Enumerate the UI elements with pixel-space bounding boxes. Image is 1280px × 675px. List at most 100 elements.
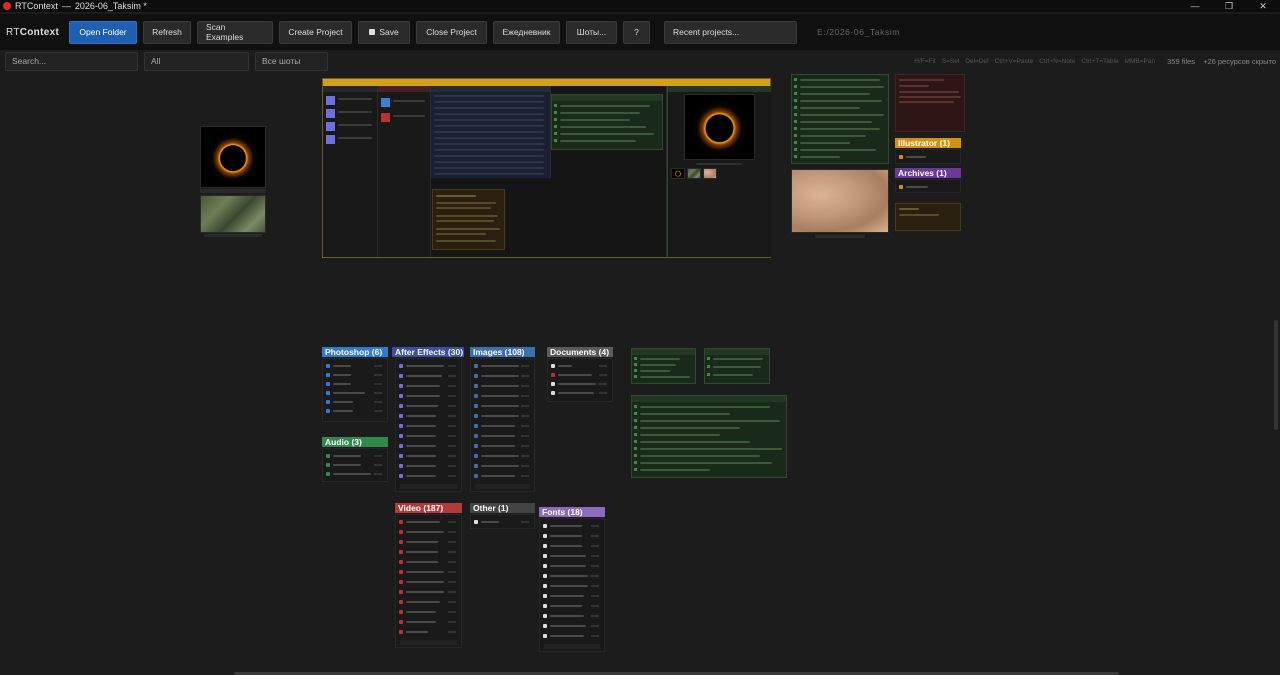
list-item[interactable] xyxy=(398,472,459,480)
todo-card[interactable] xyxy=(631,348,696,384)
list-item[interactable] xyxy=(398,618,459,626)
list-item[interactable] xyxy=(398,382,459,390)
list-item[interactable] xyxy=(898,183,958,191)
list-item[interactable] xyxy=(398,432,459,440)
vertical-scrollbar[interactable] xyxy=(1274,320,1278,430)
group-title-fonts[interactable]: Fonts (18) xyxy=(539,507,605,517)
list-item[interactable] xyxy=(473,452,532,460)
list-item[interactable] xyxy=(325,389,385,397)
list-item[interactable] xyxy=(542,552,602,560)
refresh-button[interactable]: Refresh xyxy=(143,20,191,44)
group-title-other[interactable]: Other (1) xyxy=(470,503,535,513)
list-item[interactable] xyxy=(398,588,459,596)
list-item[interactable] xyxy=(398,568,459,576)
type-filter-select[interactable]: All xyxy=(144,51,249,71)
list-item[interactable] xyxy=(398,558,459,566)
list-item[interactable] xyxy=(550,362,610,370)
create-project-button[interactable]: Create Project xyxy=(279,20,352,44)
list-item[interactable] xyxy=(473,472,532,480)
group-title-audio[interactable]: Audio (3) xyxy=(322,437,388,447)
close-project-button[interactable]: Close Project xyxy=(416,20,487,44)
list-item[interactable] xyxy=(398,362,459,370)
list-item[interactable] xyxy=(473,382,532,390)
open-folder-button[interactable]: Open Folder xyxy=(69,20,137,44)
note-card[interactable] xyxy=(432,189,505,250)
list-item[interactable] xyxy=(398,422,459,430)
list-item[interactable] xyxy=(473,518,532,526)
group-title-images[interactable]: Images (108) xyxy=(470,347,535,357)
preview-thumb[interactable] xyxy=(703,168,717,179)
list-item[interactable] xyxy=(542,632,602,640)
list-item[interactable] xyxy=(325,380,385,388)
list-item[interactable] xyxy=(398,538,459,546)
todo-card[interactable] xyxy=(791,74,889,164)
list-item[interactable] xyxy=(898,153,958,161)
note-card[interactable] xyxy=(895,203,961,231)
list-item[interactable] xyxy=(542,562,602,570)
planner-button[interactable]: Ежедневник xyxy=(493,20,560,44)
list-item[interactable] xyxy=(550,389,610,397)
list-item[interactable] xyxy=(473,432,532,440)
aerial-thumbnail[interactable] xyxy=(200,195,266,233)
show-more-button[interactable] xyxy=(400,640,457,645)
help-button[interactable]: ? xyxy=(623,20,650,44)
list-item[interactable] xyxy=(473,392,532,400)
list-item[interactable] xyxy=(398,518,459,526)
group-title-illustrator[interactable]: Illustrator (1) xyxy=(895,138,961,148)
close-icon[interactable]: ✕ xyxy=(1246,1,1280,12)
list-item[interactable] xyxy=(398,548,459,556)
list-item[interactable] xyxy=(398,462,459,470)
eclipse-thumbnail[interactable] xyxy=(200,126,266,188)
list-item[interactable] xyxy=(325,371,385,379)
list-item[interactable] xyxy=(398,442,459,450)
list-item[interactable] xyxy=(473,462,532,470)
list-item[interactable] xyxy=(473,362,532,370)
group-title-documents[interactable]: Documents (4) xyxy=(547,347,613,357)
list-item[interactable] xyxy=(398,528,459,536)
list-item[interactable] xyxy=(550,380,610,388)
list-item[interactable] xyxy=(542,622,602,630)
list-item[interactable] xyxy=(325,452,385,460)
project-card[interactable] xyxy=(322,78,771,258)
group-title-archives[interactable]: Archives (1) xyxy=(895,168,961,178)
shots-button[interactable]: Шоты... xyxy=(566,20,617,44)
list-item[interactable] xyxy=(542,532,602,540)
list-item[interactable] xyxy=(398,578,459,586)
list-item[interactable] xyxy=(473,402,532,410)
todo-card[interactable] xyxy=(551,94,663,150)
list-item[interactable] xyxy=(325,470,385,478)
list-item[interactable] xyxy=(398,372,459,380)
list-item[interactable] xyxy=(542,612,602,620)
maximize-icon[interactable]: ❐ xyxy=(1212,1,1246,12)
group-title-photoshop[interactable]: Photoshop (6) xyxy=(322,347,388,357)
todo-card[interactable] xyxy=(631,395,787,478)
list-item[interactable] xyxy=(325,362,385,370)
list-item[interactable] xyxy=(325,398,385,406)
show-more-button[interactable] xyxy=(544,644,600,649)
show-more-button[interactable] xyxy=(400,484,457,489)
group-title-after-effects[interactable]: After Effects (30) xyxy=(392,347,464,357)
group-title-video[interactable]: Video (187) xyxy=(395,503,462,513)
list-item[interactable] xyxy=(542,542,602,550)
list-item[interactable] xyxy=(542,592,602,600)
note-card-red[interactable] xyxy=(895,74,965,132)
todo-card[interactable] xyxy=(704,348,770,384)
list-item[interactable] xyxy=(398,452,459,460)
eclipse-preview[interactable] xyxy=(684,94,755,160)
list-item[interactable] xyxy=(398,402,459,410)
list-item[interactable] xyxy=(473,422,532,430)
list-item[interactable] xyxy=(398,608,459,616)
recent-projects-select[interactable]: Recent projects... xyxy=(664,20,797,44)
preview-thumb[interactable] xyxy=(687,168,701,179)
list-item[interactable] xyxy=(542,572,602,580)
list-item[interactable] xyxy=(542,522,602,530)
list-item[interactable] xyxy=(398,412,459,420)
list-item[interactable] xyxy=(550,371,610,379)
list-item[interactable] xyxy=(473,442,532,450)
list-item[interactable] xyxy=(398,628,459,636)
list-item[interactable] xyxy=(398,392,459,400)
paper-texture-thumbnail[interactable] xyxy=(791,169,889,233)
scan-examples-button[interactable]: Scan Examples xyxy=(197,20,273,44)
search-input[interactable]: Search... xyxy=(5,51,138,71)
preview-thumb[interactable] xyxy=(671,168,685,179)
